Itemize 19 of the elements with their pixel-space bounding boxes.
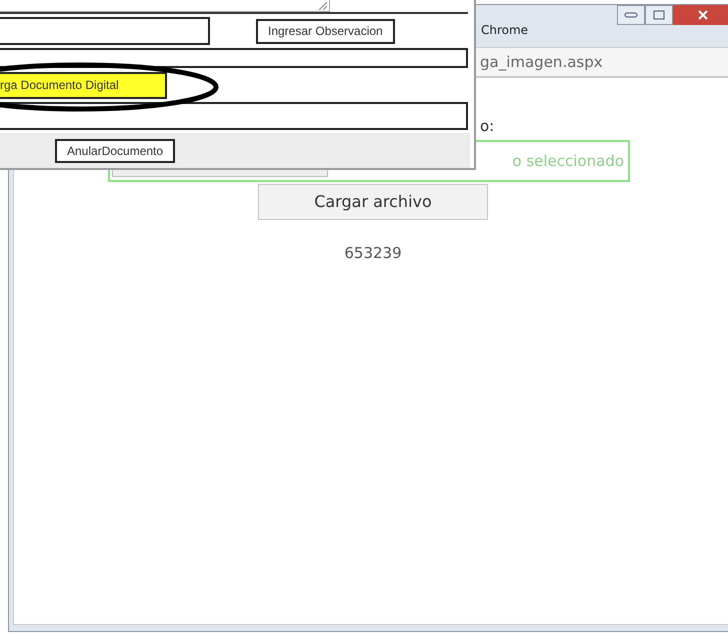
observation-field[interactable] <box>0 17 210 45</box>
result-number: 653239 <box>344 243 402 264</box>
maximize-button[interactable] <box>645 5 673 25</box>
text-field[interactable] <box>0 102 468 130</box>
file-status: o seleccionado <box>512 150 625 172</box>
cancel-document-button[interactable]: AnularDocumento <box>55 138 176 162</box>
resize-grip-icon <box>317 2 327 10</box>
minimize-icon <box>624 12 638 18</box>
close-icon <box>697 10 709 20</box>
upload-document-button[interactable]: rga Documento Digital <box>0 72 167 98</box>
maximize-icon <box>653 10 665 20</box>
close-button[interactable] <box>673 5 728 25</box>
observation-button[interactable]: Ingresar Observacion <box>256 18 395 44</box>
window-title: Chrome <box>481 22 528 39</box>
minimize-button[interactable] <box>617 5 645 25</box>
upload-button[interactable]: Cargar archivo <box>258 184 488 220</box>
address-text: ga_imagen.aspx <box>480 52 603 73</box>
text-field[interactable] <box>0 48 468 68</box>
field-label: o: <box>480 116 494 136</box>
